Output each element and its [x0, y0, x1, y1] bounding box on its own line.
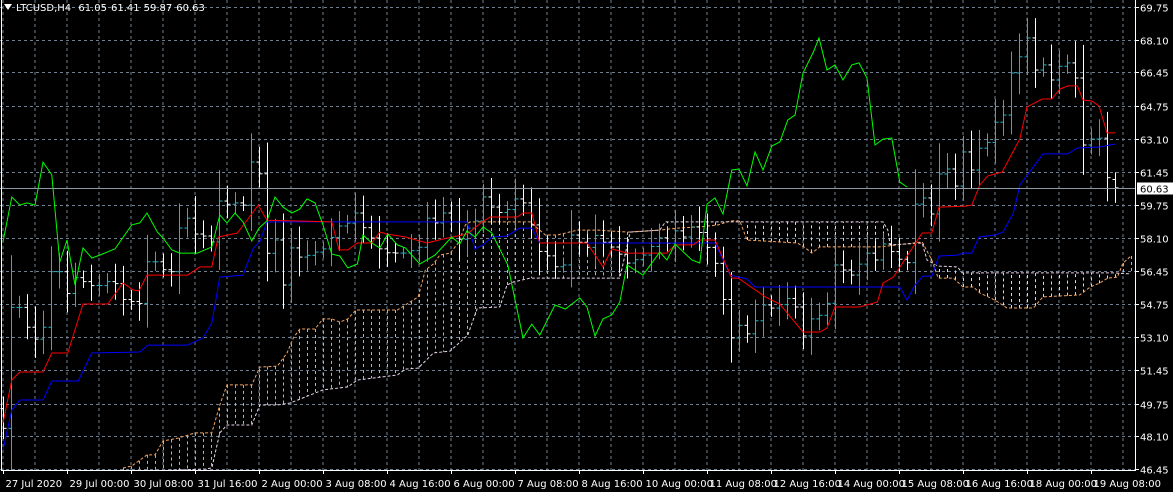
time-label: 30 Jul 08:00 — [134, 479, 194, 490]
header-high: 61.41 — [110, 3, 140, 14]
header-low: 59.87 — [143, 3, 173, 14]
header-close: 60.63 — [176, 3, 205, 14]
time-label: 16 Aug 16:00 — [966, 479, 1033, 490]
time-label: 14 Aug 00:00 — [838, 479, 905, 490]
price-label: 53.10 — [1140, 334, 1169, 345]
chart-background — [0, 0, 1173, 492]
price-label: 49.75 — [1140, 401, 1169, 412]
price-chart[interactable]: 69.75 68.10 66.45 64.75 63.10 61.45 59.75 58.10… — [0, 0, 1173, 492]
price-label: 54.75 — [1140, 301, 1169, 312]
time-label: 7 Aug 08:00 — [518, 479, 579, 490]
time-label: 2 Aug 00:00 — [262, 479, 323, 490]
time-label: 3 Aug 08:00 — [326, 479, 387, 490]
time-label: 29 Jul 00:00 — [70, 479, 130, 490]
price-label: 48.10 — [1140, 433, 1169, 444]
price-label: 59.75 — [1140, 202, 1169, 213]
price-label: 63.10 — [1140, 136, 1169, 147]
time-label: 11 Aug 08:00 — [710, 479, 777, 490]
price-label: 58.10 — [1140, 235, 1169, 246]
time-label: 18 Aug 00:00 — [1030, 479, 1097, 490]
header-open: 61.05 — [78, 3, 107, 14]
price-label: 46.45 — [1140, 466, 1169, 477]
time-label: 8 Aug 16:00 — [582, 479, 643, 490]
time-label: 19 Aug 08:00 — [1094, 479, 1161, 490]
price-label: 68.10 — [1140, 37, 1169, 48]
current-price-badge: 60.63 — [1137, 182, 1173, 196]
price-label: 66.45 — [1140, 69, 1169, 80]
time-label: 12 Aug 16:00 — [774, 479, 841, 490]
current-price-label: 60.63 — [1140, 185, 1169, 196]
price-label: 61.45 — [1140, 169, 1169, 180]
chart-header: LTCUSD,H4 61.05 61.41 59.87 60.63 — [4, 3, 209, 14]
symbol-timeframe: LTCUSD,H4 — [16, 3, 72, 14]
time-label: 15 Aug 08:00 — [902, 479, 969, 490]
price-label: 51.45 — [1140, 367, 1169, 378]
time-label: 10 Aug 00:00 — [646, 479, 713, 490]
price-axis[interactable]: 69.75 68.10 66.45 64.75 63.10 61.45 59.75 58.10… — [1135, 4, 1169, 477]
time-label: 4 Aug 16:00 — [390, 479, 451, 490]
price-label: 56.45 — [1140, 268, 1169, 279]
time-label: 6 Aug 00:00 — [454, 479, 515, 490]
price-label: 69.75 — [1140, 4, 1169, 15]
time-label: 27 Jul 2020 — [6, 479, 63, 490]
time-label: 31 Jul 16:00 — [198, 479, 258, 490]
collapse-triangle-icon[interactable] — [4, 4, 12, 10]
price-label: 64.75 — [1140, 103, 1169, 114]
